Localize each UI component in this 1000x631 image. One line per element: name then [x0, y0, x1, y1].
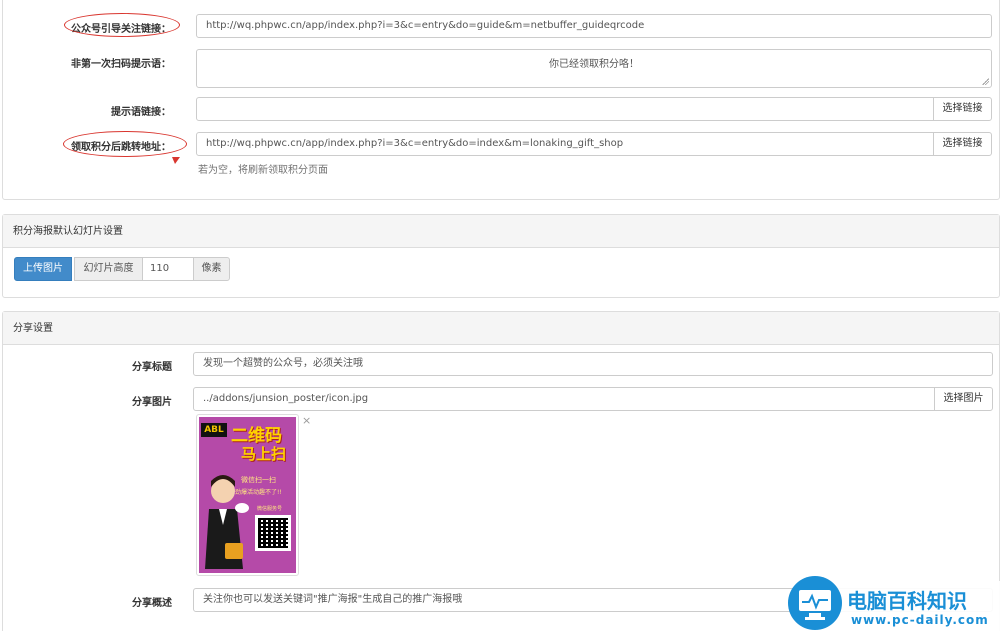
share-image-thumbnail: ABL 二维码 马上扫 微信扫一扫 劲爆活动趣不了!! 微信服务号	[196, 414, 299, 576]
redirect-help-text: 若为空，将刷新领取积分页面	[198, 165, 328, 176]
poster-qrcode	[255, 515, 291, 551]
watermark-url: www.pc-daily.com	[851, 613, 989, 627]
share-image-input[interactable]: ../addons/junsion_poster/icon.jpg	[193, 387, 935, 411]
slide-height-label: 幻灯片高度	[74, 257, 143, 281]
not-first-tip-textarea[interactable]: 你已经领取积分咯！	[196, 49, 992, 88]
redirect-select-button[interactable]: 选择链接	[933, 132, 992, 156]
resize-handle-icon[interactable]	[982, 78, 989, 85]
share-panel-heading: 分享设置	[3, 312, 999, 345]
follow-link-input[interactable]: http://wq.phpwc.cn/app/index.php?i=3&c=e…	[196, 14, 992, 38]
tip-link-select-button[interactable]: 选择链接	[933, 97, 992, 121]
poster-character-illustration	[205, 475, 243, 569]
slide-height-input[interactable]: 110	[142, 257, 194, 281]
share-title-label: 分享标题	[132, 362, 172, 373]
annotation-ellipse-follow	[64, 13, 180, 37]
poster-caption: 微信服务号	[257, 506, 283, 512]
monitor-logo-icon	[788, 576, 842, 630]
annotation-ellipse-redirect	[63, 131, 187, 157]
upload-image-button[interactable]: 上传图片	[14, 257, 72, 281]
share-image-select-button[interactable]: 选择图片	[934, 387, 993, 411]
not-first-tip-text: 你已经领取积分咯！	[549, 59, 639, 70]
redirect-input[interactable]: http://wq.phpwc.cn/app/index.php?i=3&c=e…	[196, 132, 934, 156]
share-image-label: 分享图片	[132, 397, 172, 408]
slides-panel: 积分海报默认幻灯片设置 上传图片 幻灯片高度 110 像素	[2, 214, 1000, 298]
not-first-tip-label: 非第一次扫码提示语：	[71, 59, 171, 70]
site-watermark: 电脑百科知识 www.pc-daily.com	[787, 573, 1000, 631]
slides-panel-heading: 积分海报默认幻灯片设置	[3, 215, 999, 248]
remove-image-icon[interactable]: ×	[302, 414, 311, 427]
poster-image: ABL 二维码 马上扫 微信扫一扫 劲爆活动趣不了!! 微信服务号	[199, 417, 296, 573]
share-title-input[interactable]: 发现一个超赞的公众号，必须关注哦	[193, 352, 993, 376]
tip-link-label: 提示语链接：	[111, 107, 171, 118]
poster-brand: ABL	[201, 423, 227, 437]
watermark-title: 电脑百科知识	[847, 589, 967, 613]
slide-height-unit: 像素	[193, 257, 230, 281]
poster-headline2: 马上扫	[241, 445, 287, 463]
poster-chat-bubble-icon	[235, 503, 249, 513]
share-desc-label: 分享概述	[132, 598, 172, 609]
annotation-arrow-icon	[172, 157, 180, 164]
tip-link-input[interactable]	[196, 97, 934, 121]
